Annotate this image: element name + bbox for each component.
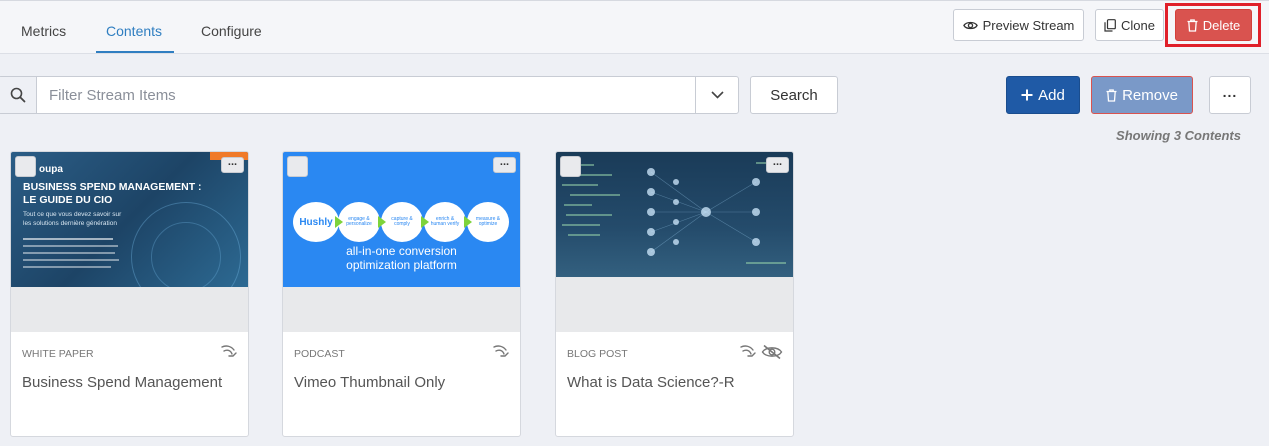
card-status-icons [492,344,510,359]
filter-input[interactable] [37,77,694,113]
card-menu-button[interactable]: ... [493,157,516,173]
card-image: oupa BUSINESS SPEND MANAGEMENT : LE GUID… [11,152,248,287]
more-options-button[interactable]: ... [1209,76,1251,114]
trash-icon [1106,88,1117,102]
thumb-network-graphic [562,162,786,264]
card-menu-icon: ... [772,156,783,168]
tab-metrics[interactable]: Metrics [21,23,66,39]
tab-contents[interactable]: Contents [106,23,162,39]
thumb-brand: oupa [39,164,63,175]
card-menu-icon: ... [227,156,238,168]
filter-dropdown-toggle[interactable] [695,77,738,113]
search-icon [10,87,25,103]
eye-slash-icon [761,344,783,360]
thumb-sub-1: Tout ce que vous devez savoir sur [23,211,122,218]
card-title[interactable]: Vimeo Thumbnail Only [294,374,445,391]
card-image: Hushly engage & personalize capture & co… [283,152,520,287]
card-menu-button[interactable]: ... [766,157,789,173]
card-thumbnail: ... [556,152,793,332]
remove-button[interactable]: Remove [1091,76,1193,114]
thumb-tagline-1: all-in-one conversion [346,244,457,258]
preview-stream-button[interactable]: Preview Stream [953,9,1084,41]
card-thumbnail: oupa BUSINESS SPEND MANAGEMENT : LE GUID… [11,152,248,332]
plus-icon [1021,89,1033,101]
card-type: PODCAST [294,348,345,360]
card-title[interactable]: What is Data Science?-R [567,374,735,391]
card-type: BLOG POST [567,348,628,360]
stream-icon [493,345,509,357]
thumb-tagline-2: optimization platform [346,258,457,272]
delete-button[interactable]: Delete [1175,9,1252,41]
delete-label: Delete [1202,17,1241,33]
chevron-down-icon [710,91,724,99]
thumb-heading-2: LE GUIDE DU CIO [23,194,113,206]
tab-configure[interactable]: Configure [201,23,262,39]
clone-label: Clone [1121,17,1155,33]
more-options-icon: ... [1222,84,1238,100]
card-type: WHITE PAPER [22,348,94,360]
add-label: Add [1038,86,1065,104]
card-status-icons [739,344,783,360]
thumb-heading-1: BUSINESS SPEND MANAGEMENT : [23,181,202,193]
showing-count: Showing 3 Contents [1116,128,1241,143]
card-status-icons [220,344,238,359]
content-card[interactable]: ... BLOG POST What is Data Science?-R [555,151,794,437]
card-select-checkbox[interactable] [15,156,36,177]
card-menu-icon: ... [499,156,510,168]
preview-stream-label: Preview Stream [982,17,1075,33]
stream-icon [221,345,237,357]
add-button[interactable]: Add [1006,76,1080,114]
search-button[interactable]: Search [750,76,838,114]
copy-icon [1104,18,1116,32]
eye-icon [962,21,978,29]
trash-icon [1187,18,1198,32]
active-tab-indicator [96,51,174,53]
card-select-checkbox[interactable] [287,156,308,177]
card-title[interactable]: Business Spend Management [22,374,222,391]
thumb-sub-2: les solutions dernière génération [23,220,117,227]
card-select-checkbox[interactable] [560,156,581,177]
card-image [556,152,793,277]
clone-button[interactable]: Clone [1095,9,1164,41]
filter-search-icon-box [0,77,37,113]
filter-group [0,76,739,114]
card-menu-button[interactable]: ... [221,157,244,173]
remove-label: Remove [1122,86,1178,104]
card-thumbnail: Hushly engage & personalize capture & co… [283,152,520,332]
stream-icon [740,345,756,357]
content-card[interactable]: Hushly engage & personalize capture & co… [282,151,521,437]
content-card[interactable]: oupa BUSINESS SPEND MANAGEMENT : LE GUID… [10,151,249,437]
